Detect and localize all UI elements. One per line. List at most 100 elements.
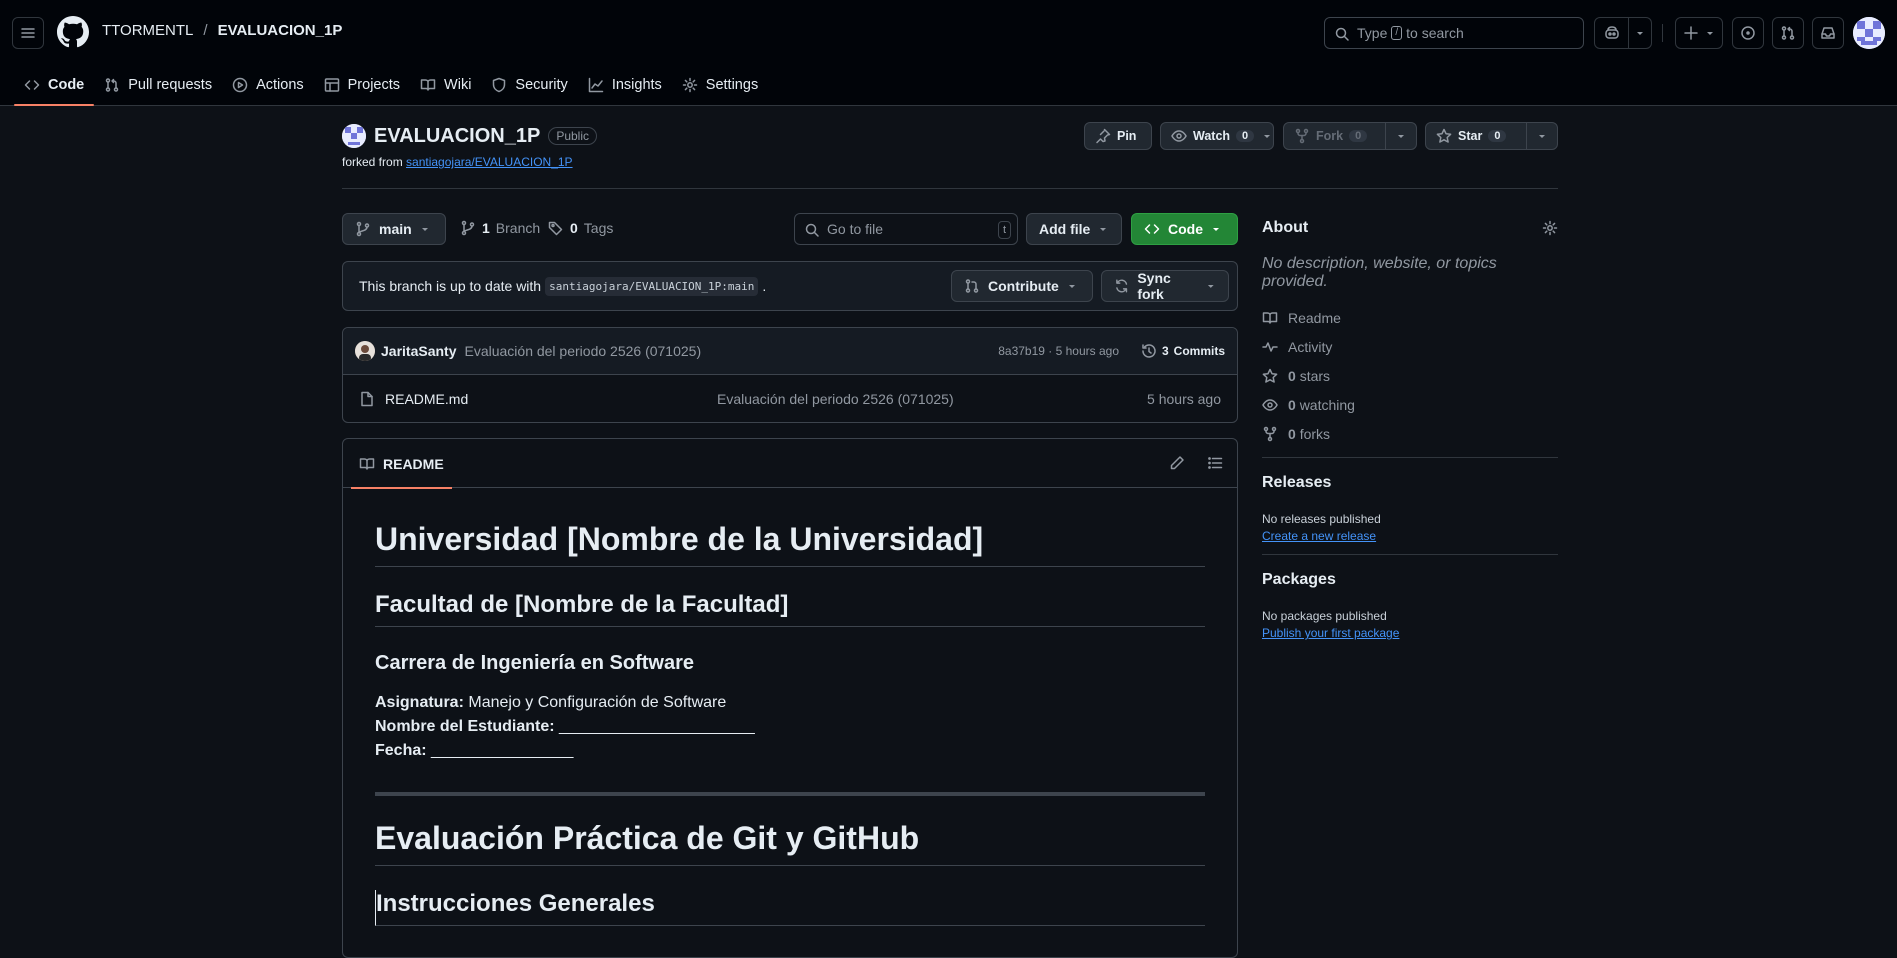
contribute-button[interactable]: Contribute xyxy=(951,270,1093,302)
owner-avatar[interactable] xyxy=(342,124,366,148)
tab-actions[interactable]: Actions xyxy=(222,64,314,106)
readme-panel: README Universidad [Nombre de la Univers… xyxy=(342,438,1238,958)
readme-horizontal-rule xyxy=(375,792,1205,796)
branch-selector[interactable]: main xyxy=(342,213,446,245)
star-dropdown[interactable] xyxy=(1525,123,1557,149)
star-button[interactable]: Star 0 xyxy=(1425,122,1558,150)
stars-link[interactable]: 0 stars xyxy=(1262,361,1558,390)
readme-info-block: Asignatura: Manejo y Configuración de So… xyxy=(375,691,1205,763)
releases-empty-text: No releases published xyxy=(1262,512,1381,526)
create-new-button[interactable] xyxy=(1675,17,1723,49)
tab-projects[interactable]: Projects xyxy=(314,64,410,106)
edit-readme-button[interactable] xyxy=(1169,455,1185,471)
repo-name[interactable]: EVALUACION_1P xyxy=(374,125,540,148)
tab-code[interactable]: Code xyxy=(14,64,95,106)
packages-title[interactable]: Packages xyxy=(1262,571,1558,589)
commits-history-link[interactable]: 3 Commits xyxy=(1141,343,1225,359)
forks-link[interactable]: 0 forks xyxy=(1262,419,1558,448)
releases-title[interactable]: Releases xyxy=(1262,474,1558,492)
activity-link-label: Activity xyxy=(1288,338,1333,355)
breadcrumb-repo[interactable]: EVALUACION_1P xyxy=(218,22,343,39)
git-branch-icon xyxy=(461,220,475,236)
go-to-file-input[interactable]: Go to file t xyxy=(794,213,1018,245)
gear-icon[interactable] xyxy=(1542,220,1558,236)
fork-dropdown[interactable] xyxy=(1384,123,1416,149)
branches-label: Branch xyxy=(495,220,541,236)
tab-security[interactable]: Security xyxy=(481,64,577,106)
file-name[interactable]: README.md xyxy=(385,391,468,407)
identicon-icon xyxy=(342,124,366,148)
tab-label: Pull requests xyxy=(128,77,213,93)
estudiante-label: Nombre del Estudiante: xyxy=(375,718,555,735)
github-logo-icon[interactable] xyxy=(57,16,89,48)
tag-icon xyxy=(548,221,563,236)
tab-settings[interactable]: Settings xyxy=(672,64,768,106)
author-avatar[interactable] xyxy=(355,341,375,361)
triangle-down-icon xyxy=(1208,285,1215,288)
file-row[interactable]: README.md Evaluación del periodo 2526 (0… xyxy=(343,375,1237,422)
pin-label: Pin xyxy=(1117,129,1137,143)
activity-link[interactable]: Activity xyxy=(1262,332,1558,361)
inbox-button[interactable] xyxy=(1812,17,1844,49)
tab-wiki[interactable]: Wiki xyxy=(410,64,481,106)
breadcrumb-owner[interactable]: TTORMENTL xyxy=(102,22,193,39)
plus-icon xyxy=(1684,26,1698,40)
watch-count: 0 xyxy=(1236,130,1255,142)
readme-tab[interactable]: README xyxy=(351,439,452,489)
branches-link[interactable]: 1 Branch xyxy=(460,220,540,236)
sync-fork-label: Sync fork xyxy=(1137,270,1171,302)
code-button[interactable]: Code xyxy=(1131,213,1238,245)
outline-button[interactable] xyxy=(1207,455,1223,471)
watching-label: watching xyxy=(1299,396,1355,413)
triangle-down-icon xyxy=(1213,228,1219,231)
tags-label: Tags xyxy=(583,220,614,236)
git-pull-request-icon xyxy=(1781,26,1795,40)
global-search-input[interactable]: Type / to search xyxy=(1324,17,1584,49)
copilot-dropdown-button[interactable] xyxy=(1629,28,1651,38)
copilot-button[interactable] xyxy=(1595,18,1629,48)
watching-link[interactable]: 0 watching xyxy=(1262,390,1558,419)
create-release-link[interactable]: Create a new release xyxy=(1262,529,1558,543)
add-file-button[interactable]: Add file xyxy=(1026,213,1122,245)
pull-requests-button[interactable] xyxy=(1772,17,1804,49)
add-file-label: Add file xyxy=(1039,221,1091,237)
watch-button[interactable]: Watch 0 xyxy=(1160,122,1274,150)
commit-message[interactable]: Evaluación del periodo 2526 (071025) xyxy=(464,343,701,359)
tab-label: Actions xyxy=(256,77,304,93)
triangle-down-icon xyxy=(1100,228,1107,231)
branch-status-bar: This branch is up to date with santiagoj… xyxy=(342,261,1238,311)
readme-h3-carrera: Carrera de Ingeniería en Software xyxy=(375,652,695,674)
watch-dropdown[interactable] xyxy=(1260,131,1273,141)
tab-label: Wiki xyxy=(444,77,472,93)
history-icon xyxy=(1142,344,1156,358)
forked-prefix: forked from xyxy=(342,155,403,169)
top-bar: TTORMENTL / EVALUACION_1P Type / to sear… xyxy=(0,0,1897,64)
tab-label: Insights xyxy=(611,77,662,93)
tab-insights[interactable]: Insights xyxy=(578,64,672,106)
commits-count: 3 xyxy=(1161,344,1169,358)
forked-from-link[interactable]: santiagojara/EVALUACION_1P xyxy=(406,155,573,169)
publish-package-link[interactable]: Publish your first package xyxy=(1262,626,1558,640)
readme-link[interactable]: Readme xyxy=(1262,303,1558,332)
about-header: About xyxy=(1262,213,1558,243)
user-avatar[interactable] xyxy=(1853,17,1885,49)
repo-forked-icon xyxy=(1263,426,1277,441)
issues-button[interactable] xyxy=(1732,17,1764,49)
pin-icon xyxy=(1096,128,1111,144)
pin-button[interactable]: Pin xyxy=(1084,122,1152,150)
hamburger-menu-button[interactable] xyxy=(12,17,44,49)
sync-fork-button[interactable]: Sync fork xyxy=(1101,270,1229,302)
triangle-down-icon xyxy=(1263,135,1270,138)
search-text-after: to search xyxy=(1406,25,1464,41)
star-count: 0 xyxy=(1488,130,1507,142)
commit-author[interactable]: JaritaSanty xyxy=(381,343,456,359)
fork-button[interactable]: Fork 0 xyxy=(1283,122,1417,150)
tab-pull-requests[interactable]: Pull requests xyxy=(94,64,222,106)
search-icon xyxy=(1335,27,1349,41)
commit-hash-time[interactable]: 8a37b19 · 5 hours ago xyxy=(998,344,1119,358)
tags-link[interactable]: 0 Tags xyxy=(548,220,613,236)
commits-label: Commits xyxy=(1173,344,1225,358)
about-description: No description, website, or topics provi… xyxy=(1262,255,1497,290)
file-commit-message[interactable]: Evaluación del periodo 2526 (071025) xyxy=(717,391,954,407)
stars-count: 0 xyxy=(1288,367,1296,384)
